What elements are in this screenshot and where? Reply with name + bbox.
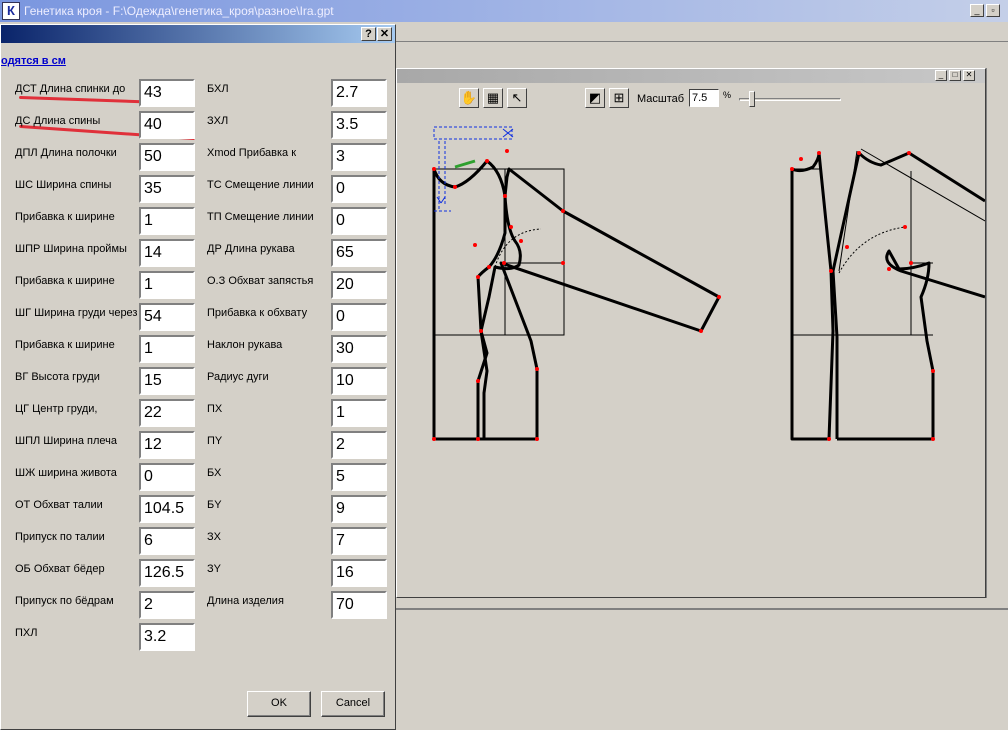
app-logo-icon: К — [2, 2, 20, 20]
field-input[interactable] — [331, 79, 387, 107]
field-label: Прибавка к ширине — [15, 275, 115, 287]
field-label: БХЛ — [207, 83, 229, 95]
field-label: ТС Смещение линии — [207, 179, 314, 191]
field-label: БХ — [207, 467, 222, 479]
field-input[interactable] — [139, 367, 195, 395]
field-label: ШПЛ Ширина плеча — [15, 435, 117, 447]
field-label: ПХ — [207, 403, 223, 415]
scale-label: Масштаб — [637, 93, 685, 105]
field-label: ШПР Ширина проймы — [15, 243, 127, 255]
field-input[interactable] — [331, 495, 387, 523]
field-input[interactable] — [139, 431, 195, 459]
units-link[interactable]: одятся в см — [1, 55, 66, 67]
field-input[interactable] — [139, 175, 195, 203]
field-label: ДР Длина рукава — [207, 243, 295, 255]
field-input[interactable] — [139, 303, 195, 331]
field-label: Радиус дуги — [207, 371, 269, 383]
pattern-drawing[interactable] — [397, 69, 985, 599]
field-input[interactable] — [139, 239, 195, 267]
field-input[interactable] — [139, 207, 195, 235]
field-input[interactable] — [331, 527, 387, 555]
field-label: ШЖ ширина живота — [15, 467, 117, 479]
field-input[interactable] — [331, 303, 387, 331]
field-input[interactable] — [331, 175, 387, 203]
field-input[interactable] — [139, 143, 195, 171]
parameters-dialog: ? ✕ одятся в см OK Cancel ДСТ Длина спин… — [0, 24, 396, 730]
field-label: Прибавка к обхвату — [207, 307, 308, 319]
field-input[interactable] — [331, 431, 387, 459]
drawing-toolbar: ✋ ▦ ↖ ◩ ⊞ Масштаб % — [397, 85, 985, 113]
app-titlebar: К Генетика кроя - F:\Одежда\генетика_кро… — [0, 0, 1008, 22]
zoom-123-icon[interactable]: ⊞ — [609, 88, 629, 108]
field-label: Наклон рукава — [207, 339, 283, 351]
field-label: О.З Обхват запястья — [207, 275, 314, 287]
field-label: БY — [207, 499, 222, 511]
field-input[interactable] — [331, 143, 387, 171]
field-label: ЗХЛ — [207, 115, 229, 127]
cursor-arrow-icon[interactable]: ↖ — [507, 88, 527, 108]
field-input[interactable] — [331, 559, 387, 587]
zoom-icon[interactable]: ◩ — [585, 88, 605, 108]
scale-slider-thumb[interactable] — [749, 91, 755, 107]
help-button[interactable]: ? — [361, 27, 376, 41]
field-input[interactable] — [139, 335, 195, 363]
field-label: Прибавка к ширине — [15, 211, 115, 223]
field-label: Длина изделия — [207, 595, 284, 607]
field-label: ДСТ Длина спинки до — [15, 83, 126, 95]
field-label: Припуск по бёдрам — [15, 595, 114, 607]
field-input[interactable] — [331, 207, 387, 235]
field-label: Прибавка к ширине — [15, 339, 115, 351]
app-title: Генетика кроя - F:\Одежда\генетика_кроя\… — [24, 4, 334, 18]
field-label: ЦГ Центр груди, — [15, 403, 98, 415]
field-input[interactable] — [139, 79, 195, 107]
field-input[interactable] — [331, 591, 387, 619]
field-label: Припуск по талии — [15, 531, 105, 543]
field-input[interactable] — [139, 463, 195, 491]
ok-button[interactable]: OK — [247, 691, 311, 717]
drawing-window: _ □ ✕ ✋ ▦ ↖ ◩ ⊞ Масштаб 7.5 % — [396, 68, 986, 598]
field-label: ЗY — [207, 563, 221, 575]
field-input[interactable] — [139, 399, 195, 427]
vertical-scrollbar[interactable] — [986, 68, 1008, 598]
field-label: ОТ Обхват талии — [15, 499, 103, 511]
field-input[interactable] — [331, 111, 387, 139]
minimize-button[interactable]: _ — [970, 4, 984, 17]
scale-input[interactable] — [689, 89, 719, 107]
field-input[interactable] — [331, 367, 387, 395]
field-label: ДПЛ Длина полочки — [15, 147, 117, 159]
scale-unit: % — [723, 90, 732, 100]
field-label: ПY — [207, 435, 223, 447]
field-label: ПХЛ — [15, 627, 38, 639]
field-label: ДС Длина спины — [15, 115, 101, 127]
field-input[interactable] — [139, 111, 195, 139]
cancel-button[interactable]: Cancel — [321, 691, 385, 717]
field-label: ТП Смещение линии — [207, 211, 314, 223]
field-label: ОБ Обхват бёдер — [15, 563, 105, 575]
bottom-panel — [396, 608, 1008, 730]
field-input[interactable] — [331, 271, 387, 299]
hand-icon[interactable]: ✋ — [459, 88, 479, 108]
field-input[interactable] — [139, 591, 195, 619]
field-input[interactable] — [139, 623, 195, 651]
field-label: ВГ Высота груди — [15, 371, 100, 383]
field-input[interactable] — [331, 399, 387, 427]
field-input[interactable] — [331, 463, 387, 491]
field-label: ЗХ — [207, 531, 221, 543]
fit-page-icon[interactable]: ▦ — [483, 88, 503, 108]
field-input[interactable] — [139, 271, 195, 299]
field-label: ШГ Ширина груди через — [15, 307, 137, 319]
field-label: Xmod Прибавка к — [207, 147, 297, 159]
dialog-close-button[interactable]: ✕ — [377, 27, 392, 41]
dialog-titlebar: ? ✕ — [1, 25, 395, 43]
field-input[interactable] — [139, 527, 195, 555]
field-input[interactable] — [139, 495, 195, 523]
field-input[interactable] — [139, 559, 195, 587]
field-input[interactable] — [331, 335, 387, 363]
field-label: ШС Ширина спины — [15, 179, 112, 191]
restore-button[interactable]: ▫ — [986, 4, 1000, 17]
field-input[interactable] — [331, 239, 387, 267]
